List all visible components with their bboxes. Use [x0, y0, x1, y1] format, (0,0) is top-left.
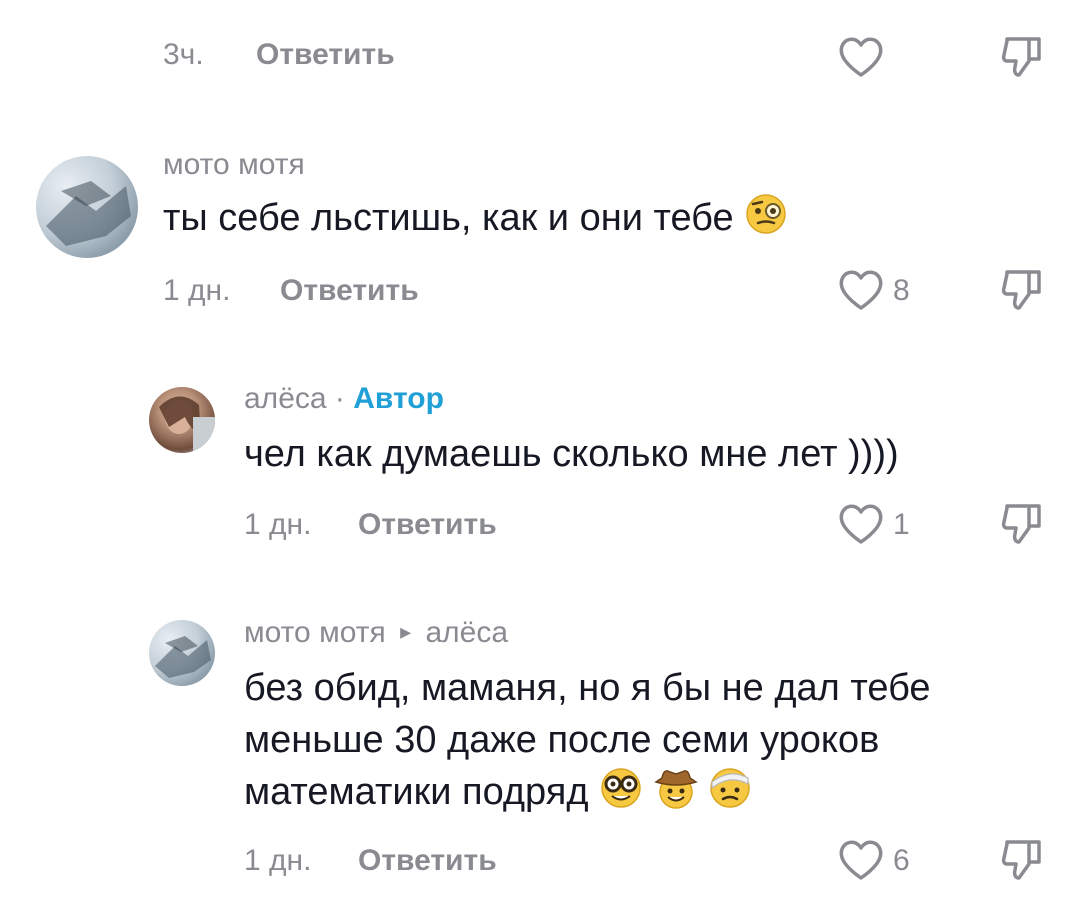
dislike-icon[interactable] — [999, 266, 1045, 312]
comment-text-line-with-emoji: математики подряд — [244, 766, 931, 818]
author-separator: · — [326, 382, 354, 415]
avatar[interactable] — [149, 620, 215, 686]
cowboy-face-icon — [653, 770, 698, 809]
reply-arrow-icon: ▸ — [400, 619, 412, 644]
heart-icon[interactable] — [837, 502, 885, 546]
author-badge: Автор — [353, 382, 444, 415]
reply-to-author[interactable]: алёса — [425, 616, 508, 649]
dislike-icon[interactable] — [999, 836, 1045, 882]
comment-time: 1 дн. — [163, 274, 231, 307]
comment-text-line: математики подряд — [244, 771, 589, 813]
reply-button[interactable]: Ответить — [256, 40, 395, 70]
avatar-image — [46, 181, 131, 246]
avatar[interactable] — [36, 156, 138, 258]
dislike-icon[interactable] — [999, 500, 1045, 546]
like-count: 1 — [893, 508, 910, 541]
heart-icon[interactable] — [837, 35, 885, 79]
comment-text: без обид, маманя, но я бы не дал тебе ме… — [244, 662, 931, 818]
heart-icon[interactable] — [837, 268, 885, 312]
comment-text-line: без обид, маманя, но я бы не дал тебе — [244, 667, 931, 709]
dislike-icon[interactable] — [999, 33, 1045, 79]
comment-time: 1 дн. — [244, 844, 312, 877]
comment-author[interactable]: мото мотя — [244, 616, 386, 649]
comment-text: чел как думаешь сколько мне лет )))) — [244, 433, 899, 475]
nerd-face-icon — [601, 768, 641, 808]
comment-text-line: меньше 30 даже после семи уроков — [244, 719, 880, 761]
reply-button[interactable]: Ответить — [358, 846, 497, 876]
face-with-monocle-icon — [746, 194, 786, 234]
comment-author[interactable]: мото мотя — [163, 150, 305, 180]
comment-time: 3ч. — [163, 38, 204, 71]
comment-time: 1 дн. — [244, 508, 312, 541]
comment-author-line: мото мотя ▸ алёса — [244, 618, 508, 648]
comment-text-body: ты себе льстишь, как и они тебе — [163, 197, 734, 239]
comment-text: ты себе льстишь, как и они тебе — [163, 192, 788, 244]
reply-button[interactable]: Ответить — [280, 276, 419, 306]
avatar[interactable] — [149, 387, 215, 453]
comment-author-line: алёса · Автор — [244, 384, 444, 414]
like-count: 6 — [893, 844, 910, 877]
like-count: 8 — [893, 274, 910, 307]
reply-button[interactable]: Ответить — [358, 510, 497, 540]
comment-author[interactable]: алёса — [244, 382, 327, 415]
heart-icon[interactable] — [837, 838, 885, 882]
avatar-image — [155, 636, 211, 678]
face-with-head-bandage-icon — [710, 768, 750, 808]
avatar-image — [159, 396, 215, 453]
